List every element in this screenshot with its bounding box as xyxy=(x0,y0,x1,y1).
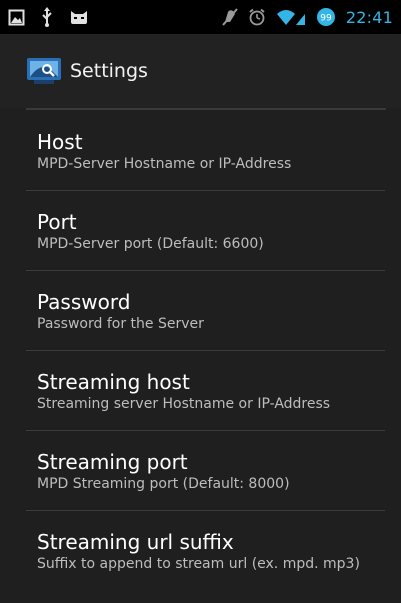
pref-item-streaming-port[interactable]: Streaming port MPD Streaming port (Defau… xyxy=(0,431,401,511)
pref-summary: Streaming server Hostname or IP-Address xyxy=(37,396,331,412)
page-title: Settings xyxy=(70,60,148,82)
action-bar: Settings xyxy=(0,34,401,108)
settings-app-icon[interactable] xyxy=(26,57,62,85)
status-time: 22:41 xyxy=(345,7,393,27)
pref-item-streaming-url-suffix[interactable]: Streaming url suffix Suffix to append to… xyxy=(0,511,401,591)
header-divider xyxy=(26,108,386,110)
battery-icon: 99 xyxy=(316,7,336,27)
android-debug-icon xyxy=(69,9,89,25)
pref-summary: Suffix to append to stream url (ex. mpd.… xyxy=(37,556,360,572)
alarm-icon xyxy=(248,8,266,26)
pref-summary: Password for the Server xyxy=(37,316,204,332)
wifi-signal-icon xyxy=(276,8,306,26)
status-left-icons xyxy=(8,7,89,27)
pref-title: Streaming url suffix xyxy=(37,530,234,554)
pref-summary: MPD Streaming port (Default: 8000) xyxy=(37,476,290,492)
pref-summary: MPD-Server Hostname or IP-Address xyxy=(37,156,292,172)
usb-icon xyxy=(41,7,53,27)
battery-level-text: 99 xyxy=(320,14,332,24)
pref-title: Streaming host xyxy=(37,370,190,394)
pref-title: Password xyxy=(37,290,131,314)
pref-title: Port xyxy=(37,210,77,234)
status-bar: 99 22:41 xyxy=(0,0,401,34)
pref-item-streaming-host[interactable]: Streaming host Streaming server Hostname… xyxy=(0,351,401,431)
pref-title: Streaming port xyxy=(37,450,188,474)
pref-title: Host xyxy=(37,130,83,154)
screen: 99 22:41 Settings Host MPD-Server Hostna… xyxy=(0,0,401,603)
mute-icon xyxy=(222,8,238,26)
pref-item-port[interactable]: Port MPD-Server port (Default: 6600) xyxy=(0,191,401,271)
status-right-icons: 99 22:41 xyxy=(222,7,393,27)
preference-list: Host MPD-Server Hostname or IP-Address P… xyxy=(0,111,401,591)
pref-item-password[interactable]: Password Password for the Server xyxy=(0,271,401,351)
gallery-icon xyxy=(8,9,25,26)
pref-summary: MPD-Server port (Default: 6600) xyxy=(37,236,264,252)
pref-item-host[interactable]: Host MPD-Server Hostname or IP-Address xyxy=(0,111,401,191)
